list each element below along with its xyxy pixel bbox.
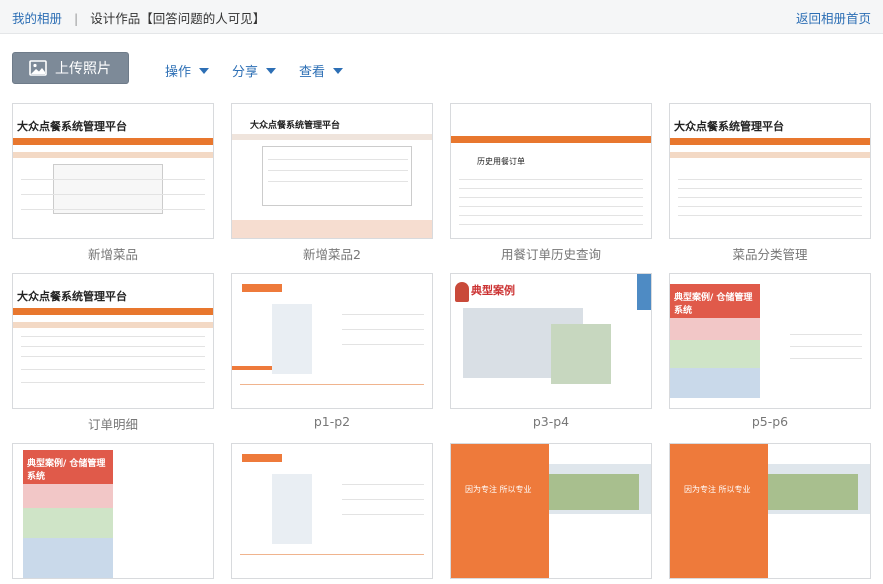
upload-photo-button[interactable]: 上传照片 [12, 52, 129, 84]
photo-item[interactable]: 大众点餐系统管理平台 新增菜品2 [231, 103, 433, 263]
thumb-title: 大众点餐系统管理平台 [674, 120, 784, 133]
top-bar: 我的相册 | 设计作品【回答问题的人可见】 返回相册首页 [0, 0, 883, 34]
photo-caption[interactable]: 菜品分类管理 [669, 244, 871, 263]
photo-item[interactable]: 大众点餐系统管理平台 菜品分类管理 [669, 103, 871, 263]
toolbar: 上传照片 操作 分享 查看 [0, 34, 883, 100]
thumb-title: 因为专注 所以专业 [465, 485, 532, 494]
photo-thumbnail[interactable]: 历史用餐订单 [450, 103, 652, 239]
photo-thumbnail[interactable]: 大众点餐系统管理平台 [12, 103, 214, 239]
photo-thumbnail[interactable]: 大众点餐系统管理平台 [669, 103, 871, 239]
photo-item[interactable]: 典型案例 p3-p4 [450, 273, 652, 429]
thumb-title: 典型案例 [471, 284, 515, 297]
photo-item[interactable]: 因为专注 所以专业 [450, 443, 652, 584]
photo-caption[interactable]: 订单明细 [12, 414, 214, 433]
thumb-title: 因为专注 所以专业 [684, 485, 751, 494]
photo-thumbnail[interactable]: 典型案例/ 仓储管理系统 [12, 443, 214, 579]
thumb-title: 典型案例/ 仓储管理系统 [27, 459, 106, 482]
share-menu[interactable]: 分享 [232, 61, 277, 80]
photo-caption[interactable]: 新增菜品2 [231, 244, 433, 263]
view-menu-label: 查看 [299, 65, 326, 80]
photo-caption[interactable]: p5-p6 [669, 414, 871, 429]
photo-item[interactable]: p1-p2 [231, 273, 433, 429]
back-to-album-home-link[interactable]: 返回相册首页 [796, 8, 871, 27]
breadcrumb-separator: | [74, 11, 79, 26]
view-menu[interactable]: 查看 [299, 61, 344, 80]
photo-item[interactable]: 大众点餐系统管理平台 新增菜品 [12, 103, 214, 263]
chevron-down-icon [266, 67, 277, 74]
chevron-down-icon [199, 67, 210, 74]
photo-caption[interactable]: p1-p2 [231, 414, 433, 429]
photo-thumbnail[interactable]: 因为专注 所以专业 [669, 443, 871, 579]
photo-item[interactable]: 历史用餐订单 用餐订单历史查询 [450, 103, 652, 263]
photo-item[interactable] [231, 443, 433, 584]
thumb-title: 大众点餐系统管理平台 [17, 290, 127, 303]
photo-caption[interactable]: 用餐订单历史查询 [450, 244, 652, 263]
thumb-title: 大众点餐系统管理平台 [17, 120, 127, 133]
photo-thumbnail[interactable] [231, 273, 433, 409]
photo-thumbnail[interactable] [231, 443, 433, 579]
breadcrumb-home-link[interactable]: 我的相册 [12, 11, 62, 26]
photo-caption[interactable]: 新增菜品 [12, 244, 214, 263]
share-menu-label: 分享 [232, 65, 259, 80]
breadcrumb: 我的相册 | 设计作品【回答问题的人可见】 [12, 8, 265, 27]
photo-thumbnail[interactable]: 大众点餐系统管理平台 [231, 103, 433, 239]
photo-item[interactable]: 典型案例/ 仓储管理系统 [12, 443, 214, 584]
image-icon [29, 60, 47, 76]
photo-caption[interactable]: p3-p4 [450, 414, 652, 429]
breadcrumb-album-title: 设计作品【回答问题的人可见】 [90, 11, 266, 26]
photo-thumbnail[interactable]: 典型案例 [450, 273, 652, 409]
upload-photo-label: 上传照片 [55, 61, 111, 77]
photo-thumbnail[interactable]: 大众点餐系统管理平台 [12, 273, 214, 409]
photo-item[interactable]: 因为专注 所以专业 [669, 443, 871, 584]
photo-thumbnail[interactable]: 因为专注 所以专业 [450, 443, 652, 579]
thumb-title: 历史用餐订单 [477, 157, 525, 166]
chevron-down-icon [333, 67, 344, 74]
photo-item[interactable]: 典型案例/ 仓储管理系统 p5-p6 [669, 273, 871, 429]
photo-item[interactable]: 大众点餐系统管理平台 订单明细 [12, 273, 214, 433]
thumb-title: 大众点餐系统管理平台 [250, 121, 341, 131]
operate-menu-label: 操作 [165, 65, 192, 80]
operate-menu[interactable]: 操作 [165, 61, 210, 80]
photo-thumbnail[interactable]: 典型案例/ 仓储管理系统 [669, 273, 871, 409]
thumb-title: 典型案例/ 仓储管理系统 [674, 293, 753, 316]
